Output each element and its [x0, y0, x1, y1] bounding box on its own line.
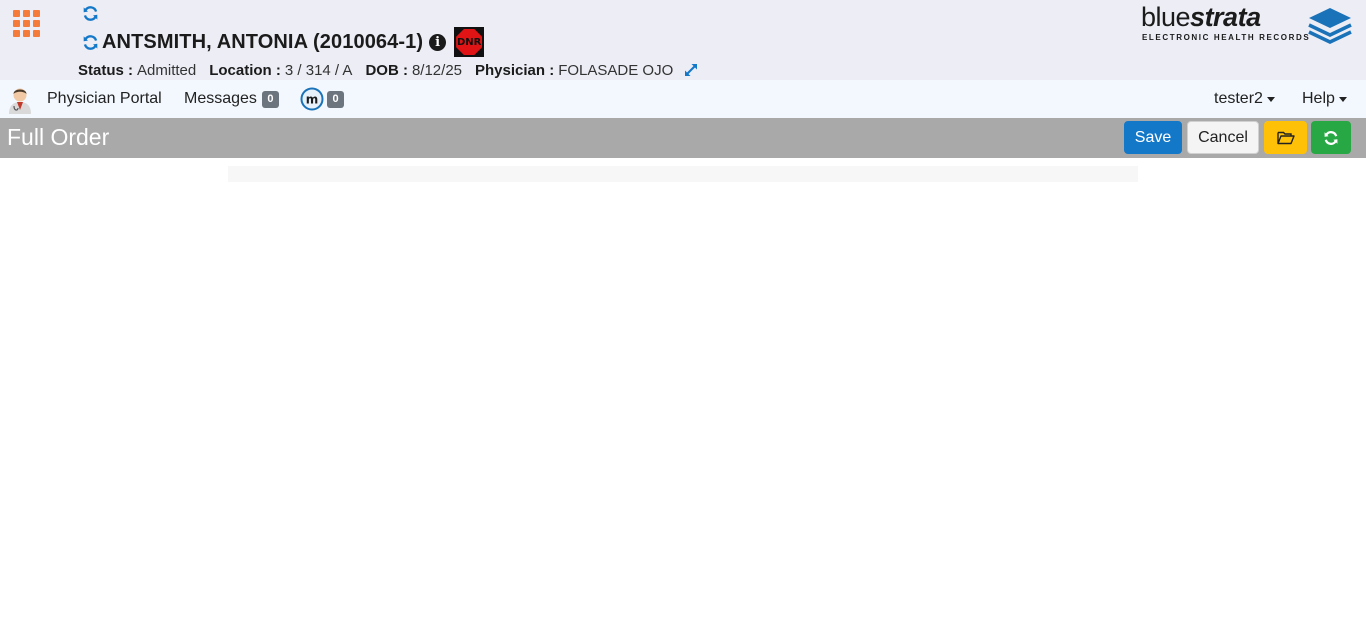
- nav-messages[interactable]: Messages 0: [184, 80, 279, 118]
- status-value: Admitted: [137, 61, 197, 79]
- logo-subtitle: ELECTRONIC HEALTH RECORDS: [1142, 33, 1311, 42]
- save-button[interactable]: Save: [1124, 121, 1182, 154]
- status-label: Status :: [78, 61, 134, 79]
- logo-wordmark: bluestrata: [1141, 2, 1261, 32]
- app-grid-icon[interactable]: [13, 10, 41, 38]
- folder-open-icon: [1276, 131, 1295, 145]
- reload-button[interactable]: [1311, 121, 1351, 154]
- page-title: Full Order: [7, 124, 110, 150]
- dnr-label: DNR: [456, 36, 482, 48]
- location-label: Location :: [209, 61, 281, 79]
- chevron-down-icon: [1338, 96, 1347, 102]
- chevron-down-icon: [1266, 96, 1275, 102]
- nav-physician-portal[interactable]: Physician Portal: [47, 80, 162, 118]
- bluestrata-logo: bluestrata ELECTRONIC HEALTH RECORDS: [1141, 2, 1353, 44]
- user-menu-dropdown[interactable]: tester2: [1214, 80, 1275, 118]
- cancel-button[interactable]: Cancel: [1187, 121, 1259, 154]
- location-value: 3 / 314 / A: [284, 61, 353, 79]
- order-content-area: [228, 166, 1138, 182]
- dnr-icon: DNR: [454, 27, 485, 57]
- expand-icon[interactable]: [683, 62, 699, 78]
- patient-name-row: ANTSMITH, ANTONIA (2010064-1) i DNR: [82, 27, 485, 57]
- m-count-badge: 0: [327, 90, 344, 108]
- physician-avatar-icon: [9, 88, 31, 114]
- patient-status-row: Status : Admitted Location : 3 / 314 / A…: [78, 61, 699, 79]
- help-menu-dropdown[interactable]: Help: [1302, 80, 1347, 118]
- top-navbar: Physician Portal Messages 0 m 0 tester2 …: [0, 80, 1366, 118]
- dob-value: 8/12/25: [411, 61, 462, 79]
- messages-label: Messages: [184, 90, 257, 107]
- patient-name: ANTSMITH, ANTONIA (2010064-1): [102, 30, 424, 53]
- messages-count-badge: 0: [261, 90, 279, 108]
- nav-m-notifications[interactable]: m 0: [300, 80, 344, 118]
- refresh-patient-icon[interactable]: [82, 34, 99, 51]
- physician-label: Physician :: [475, 61, 555, 79]
- page-titlebar: Full Order Save Cancel: [0, 118, 1366, 158]
- refresh-icon[interactable]: [82, 5, 99, 22]
- open-folder-button[interactable]: [1264, 121, 1307, 154]
- physician-portal-label: Physician Portal: [47, 90, 162, 107]
- refresh-icon: [1324, 130, 1338, 145]
- patient-header: ANTSMITH, ANTONIA (2010064-1) i DNR Stat…: [0, 0, 1366, 80]
- dob-label: DOB :: [365, 61, 408, 79]
- physician-value: FOLASADE OJO: [558, 61, 674, 79]
- user-label: tester2: [1214, 90, 1263, 107]
- layers-logo-icon: [1308, 8, 1352, 44]
- m-circle-icon: m: [300, 87, 324, 111]
- svg-text:m: m: [306, 93, 319, 107]
- info-icon[interactable]: i: [429, 33, 447, 51]
- help-label: Help: [1302, 90, 1335, 107]
